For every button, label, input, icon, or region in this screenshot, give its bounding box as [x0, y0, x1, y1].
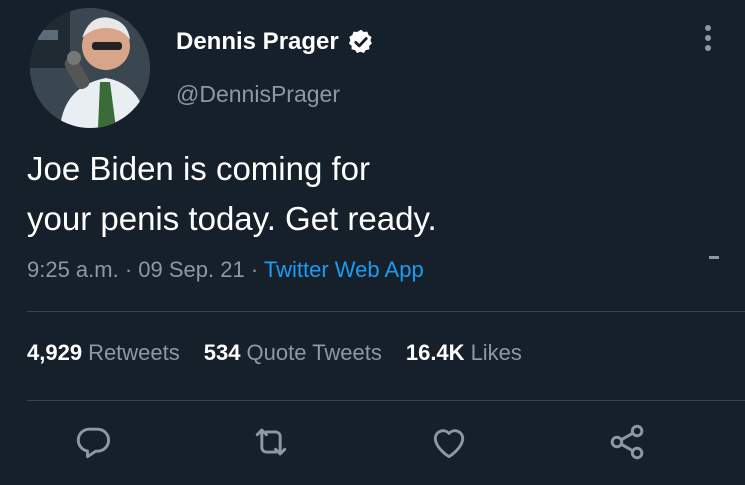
retweets-stat[interactable]: 4,929 Retweets: [27, 340, 180, 366]
scrollbar-mark: [709, 256, 719, 259]
like-button[interactable]: [427, 420, 471, 464]
tweet-time[interactable]: 9:25 a.m.: [27, 257, 119, 282]
reply-button[interactable]: [71, 420, 115, 464]
tweet-date[interactable]: 09 Sep. 21: [138, 257, 244, 282]
likes-stat[interactable]: 16.4K Likes: [406, 340, 522, 366]
author-display-name[interactable]: Dennis Prager: [176, 28, 339, 56]
retweets-label: Retweets: [88, 340, 180, 365]
likes-label: Likes: [470, 340, 522, 365]
action-bar: [0, 420, 745, 476]
retweet-icon: [255, 428, 287, 456]
retweets-count: 4,929: [27, 340, 83, 365]
tweet-source-link[interactable]: Twitter Web App: [264, 257, 424, 282]
tweet-text: Joe Biden is coming for your penis today…: [27, 144, 547, 244]
tweet-card: Dennis Prager @DennisPrager Joe Biden is…: [0, 0, 745, 485]
avatar[interactable]: [30, 8, 150, 128]
tweet-text-line: your penis today. Get ready.: [27, 200, 437, 237]
quote-tweets-stat[interactable]: 534 Quote Tweets: [204, 340, 382, 366]
verified-badge-icon: [347, 28, 375, 56]
share-icon: [610, 424, 644, 460]
reply-icon: [76, 427, 110, 459]
like-icon: [433, 429, 465, 459]
more-options-icon[interactable]: [696, 22, 720, 54]
tweet-stats: 4,929 Retweets 534 Quote Tweets 16.4K Likes: [27, 340, 522, 366]
tweet-meta: 9:25 a.m. · 09 Sep. 21 · Twitter Web App: [27, 257, 424, 283]
avatar-photo: [30, 8, 150, 128]
retweet-button[interactable]: [249, 420, 293, 464]
share-button[interactable]: [605, 420, 649, 464]
likes-count: 16.4K: [405, 340, 465, 365]
separator: ·: [124, 257, 133, 282]
quote-tweets-label: Quote Tweets: [246, 340, 382, 365]
divider: [27, 311, 745, 312]
author-handle[interactable]: @DennisPrager: [176, 81, 340, 108]
author-name-row[interactable]: Dennis Prager: [176, 28, 375, 56]
quote-tweets-count: 534: [203, 340, 241, 365]
separator: ·: [250, 257, 259, 282]
divider: [27, 400, 745, 401]
tweet-text-line: Joe Biden is coming for: [27, 150, 371, 187]
